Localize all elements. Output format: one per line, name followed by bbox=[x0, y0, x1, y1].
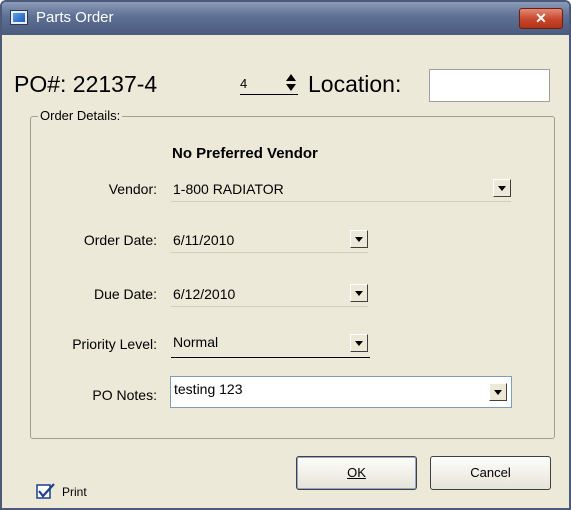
order-date-label: Order Date: bbox=[83, 232, 157, 248]
location-label: Location: bbox=[308, 71, 402, 97]
vendor-dropdown-button[interactable] bbox=[493, 179, 511, 197]
order-details-label: Order Details: bbox=[38, 108, 123, 123]
vendor-label: Vendor: bbox=[108, 181, 157, 197]
title-bar[interactable]: Parts Order ✕ bbox=[2, 2, 569, 35]
close-button[interactable]: ✕ bbox=[519, 8, 563, 29]
ok-button-label[interactable]: OK bbox=[347, 465, 366, 480]
po-number-label: PO#: 22137-4 bbox=[14, 71, 158, 97]
notes-dropdown-button[interactable] bbox=[489, 383, 507, 401]
chevron-down-icon bbox=[355, 237, 363, 242]
due-date-picker[interactable]: 6/12/2010 bbox=[171, 283, 368, 307]
priority-dropdown-button[interactable] bbox=[350, 334, 368, 352]
chevron-down-icon bbox=[494, 390, 502, 395]
checkmark-icon bbox=[36, 483, 55, 499]
po-notes-label: PO Notes: bbox=[92, 387, 157, 403]
priority-level-select[interactable]: Normal bbox=[171, 331, 370, 358]
order-date-value[interactable]: 6/11/2010 bbox=[173, 232, 234, 248]
vendor-value[interactable]: 1-800 RADIATOR bbox=[173, 181, 284, 197]
preferred-vendor-heading: No Preferred Vendor bbox=[172, 145, 318, 162]
priority-level-value[interactable]: Normal bbox=[173, 334, 218, 350]
vendor-select[interactable]: 1-800 RADIATOR bbox=[171, 178, 511, 202]
window-title: Parts Order bbox=[36, 9, 114, 26]
chevron-down-icon bbox=[498, 186, 506, 191]
order-date-dropdown-button[interactable] bbox=[350, 230, 368, 248]
po-notes-input[interactable]: testing 123 bbox=[170, 376, 512, 408]
print-label: Print bbox=[62, 485, 87, 499]
stepper-value[interactable]: 4 bbox=[240, 76, 247, 91]
stepper-up-icon[interactable] bbox=[286, 74, 296, 81]
print-checkbox[interactable] bbox=[36, 483, 56, 499]
due-date-dropdown-button[interactable] bbox=[350, 284, 368, 302]
window-icon bbox=[10, 10, 28, 25]
stepper-underline bbox=[240, 94, 298, 95]
cancel-button-label[interactable]: Cancel bbox=[470, 465, 510, 480]
order-date-picker[interactable]: 6/11/2010 bbox=[171, 229, 368, 253]
chevron-down-icon bbox=[355, 341, 363, 346]
due-date-label: Due Date: bbox=[93, 286, 157, 302]
location-input[interactable] bbox=[429, 69, 550, 102]
ok-button[interactable]: OK bbox=[296, 456, 417, 490]
stepper-arrows-icon[interactable] bbox=[284, 74, 298, 92]
chevron-down-icon bbox=[355, 291, 363, 296]
cancel-button[interactable]: Cancel bbox=[430, 456, 551, 490]
quantity-stepper[interactable]: 4 bbox=[240, 72, 300, 95]
due-date-value[interactable]: 6/12/2010 bbox=[173, 286, 235, 302]
priority-level-label: Priority Level: bbox=[72, 336, 157, 352]
stepper-down-icon[interactable] bbox=[286, 84, 296, 91]
po-notes-value[interactable]: testing 123 bbox=[174, 381, 243, 397]
